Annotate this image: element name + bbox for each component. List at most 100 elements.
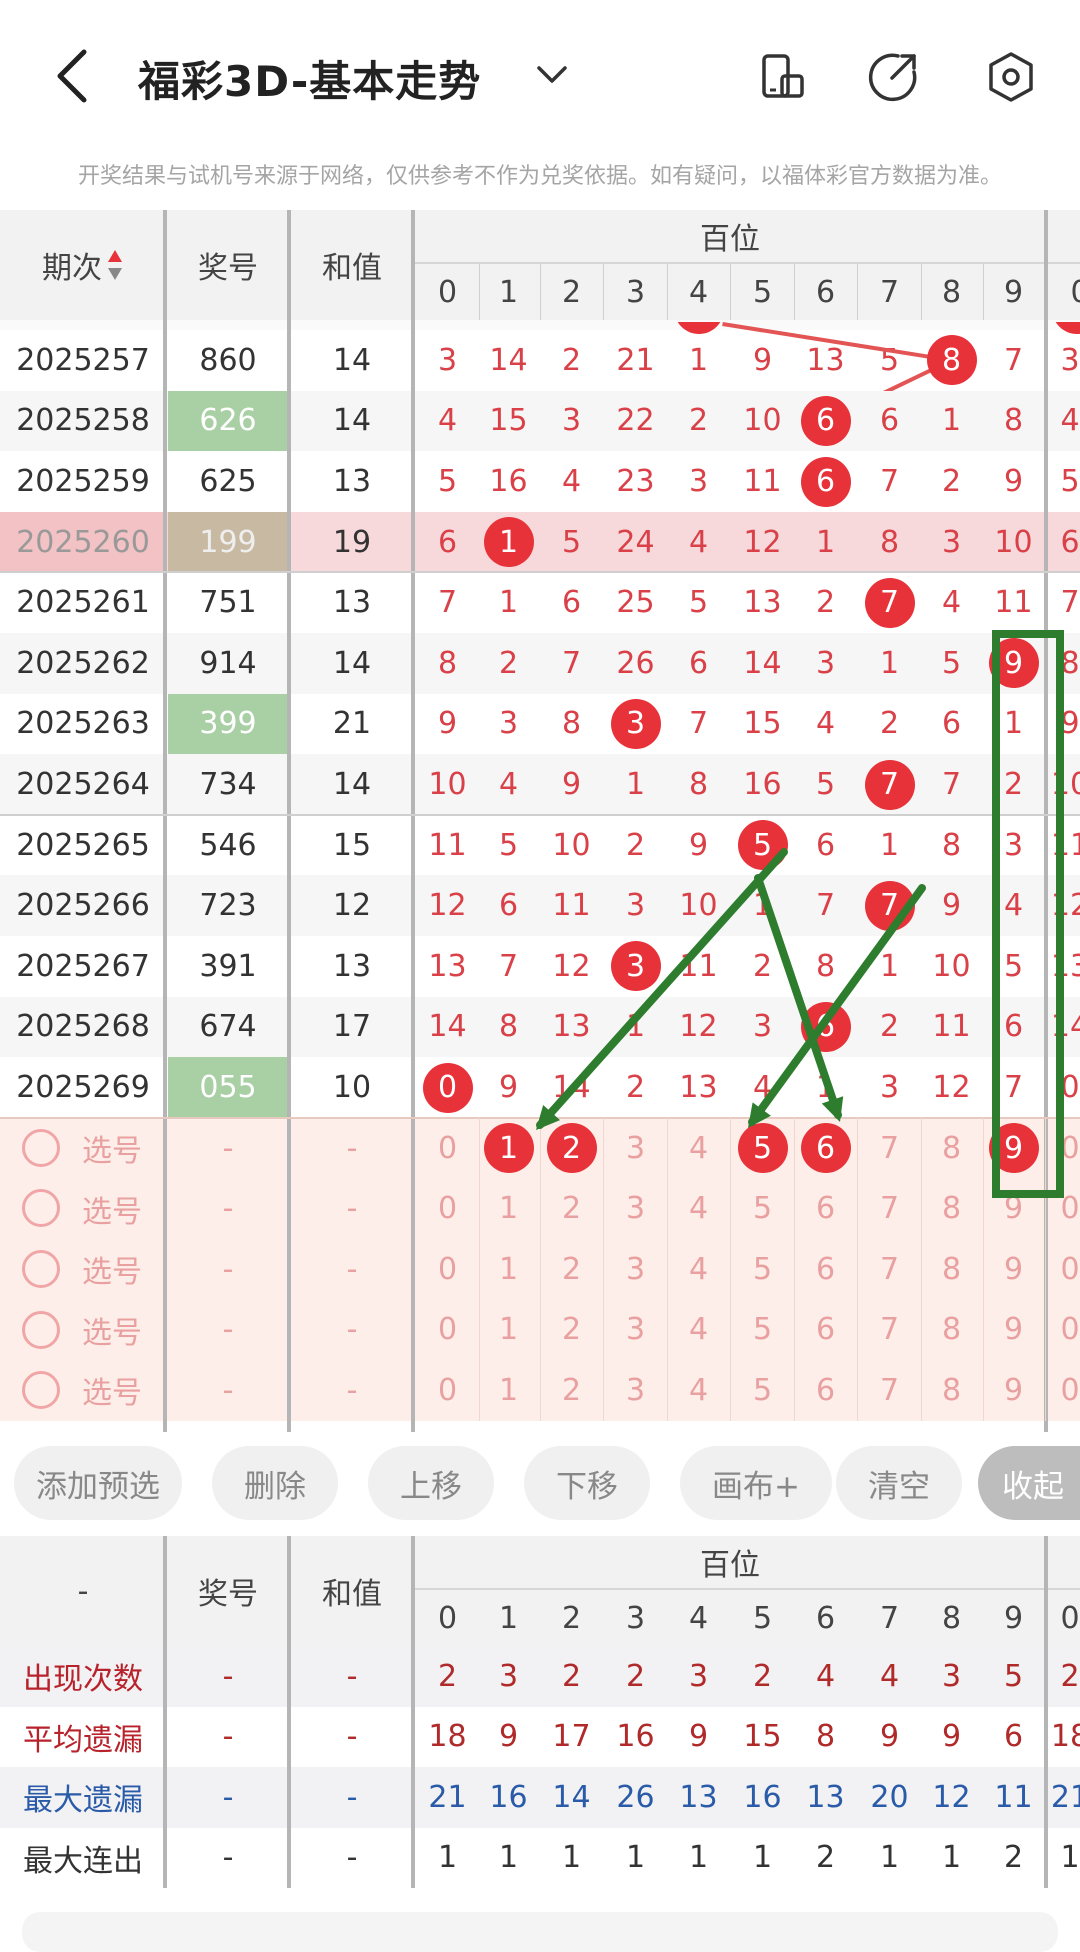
share-icon[interactable]	[868, 50, 920, 102]
stats-number-dash: -	[222, 1840, 234, 1876]
stats-digit-header-1: 1	[498, 1600, 519, 1636]
stats-value: 2	[561, 1658, 582, 1694]
stats-value: 2	[625, 1658, 646, 1694]
top-bar: 福彩3D-基本走势	[0, 0, 1080, 152]
stats-value: 5	[1003, 1658, 1024, 1694]
stats-group-hundreds: 百位	[700, 1548, 760, 1583]
stats-digit-header-3: 3	[625, 1600, 646, 1636]
stats-value: 16	[489, 1779, 528, 1815]
stats-value: 1	[688, 1840, 709, 1876]
action-button-2[interactable]: 上移	[368, 1446, 494, 1520]
stats-column-separator	[287, 1536, 291, 1888]
stats-value: 12	[932, 1779, 971, 1815]
stats-value: 2	[752, 1658, 773, 1694]
stats-value: 13	[806, 1779, 845, 1815]
stats-value: 9	[941, 1719, 962, 1755]
stats-value-next: 18	[1050, 1719, 1080, 1755]
stats-col-sum: 和值	[322, 1577, 382, 1612]
stats-value: 1	[941, 1840, 962, 1876]
stats-row-label: 最大遗漏	[23, 1783, 143, 1819]
stats-column-separator	[1044, 1536, 1048, 1888]
stats-value: 11	[994, 1779, 1033, 1815]
stats-sum-dash: -	[346, 1779, 358, 1815]
stats-column-separator	[411, 1536, 415, 1888]
stats-row-label: 平均遗漏	[23, 1722, 143, 1758]
annotation-box	[992, 630, 1064, 1198]
stats-value: 20	[870, 1779, 909, 1815]
action-button-3[interactable]: 下移	[524, 1446, 650, 1520]
stats-corner: -	[77, 1573, 89, 1609]
hand-drawn-annotations	[536, 630, 1064, 1198]
stats-value: 9	[498, 1719, 519, 1755]
stats-row-label: 出现次数	[23, 1662, 143, 1698]
action-button-6[interactable]: 收起	[978, 1446, 1080, 1520]
stats-digit-header-5: 5	[752, 1600, 773, 1636]
stats-value: 13	[679, 1779, 718, 1815]
stats-row-label: 最大连出	[23, 1843, 143, 1879]
stats-col-number: 奖号	[198, 1577, 258, 1612]
trend-grid: 期次奖号和值百位01234567890202525786014314221191…	[0, 210, 1080, 1432]
stats-value: 3	[688, 1658, 709, 1694]
stats-sum-dash: -	[346, 1719, 358, 1755]
annotation-arrow-head	[821, 1096, 844, 1122]
page-title[interactable]: 福彩3D-基本走势	[138, 48, 481, 109]
stats-value: 1	[752, 1840, 773, 1876]
stats-digit-header-9: 9	[1003, 1600, 1024, 1636]
stats-digit-header-2: 2	[561, 1600, 582, 1636]
annotation-arrow	[754, 874, 842, 1119]
stats-number-dash: -	[222, 1779, 234, 1815]
stats-number-dash: -	[222, 1658, 234, 1694]
stats-value-next: 1	[1060, 1840, 1080, 1876]
stats-value: 3	[941, 1658, 962, 1694]
stats-value: 16	[616, 1719, 655, 1755]
stats-value: 21	[428, 1779, 467, 1815]
stats-column-separator	[163, 1536, 167, 1888]
stats-value: 1	[437, 1840, 458, 1876]
action-button-5[interactable]: 清空	[836, 1446, 962, 1520]
rotate-screen-icon[interactable]	[758, 52, 808, 102]
stats-value: 26	[616, 1779, 655, 1815]
annotation-arrow	[748, 884, 926, 1126]
stats-value: 2	[437, 1658, 458, 1694]
stats-value: 6	[1003, 1719, 1024, 1755]
stats-digit-header-6: 6	[815, 1600, 836, 1636]
action-button-1[interactable]: 删除	[212, 1446, 338, 1520]
bottom-panel	[22, 1912, 1058, 1952]
stats-value: 9	[688, 1719, 709, 1755]
stats-value: 4	[879, 1658, 900, 1694]
stats-value: 18	[428, 1719, 467, 1755]
stats-table: - 奖号 和值 百位 0 1 2 3 4 5 6 7 8 9 0 出现次数 - -2 3 2 2 3 2 4 4 3 5 2 平均遗漏 -…	[0, 1536, 1080, 1952]
stats-value: 9	[879, 1719, 900, 1755]
stats-sum-dash: -	[346, 1658, 358, 1694]
stats-digit-header-8: 8	[941, 1600, 962, 1636]
stats-value-next: 2	[1060, 1658, 1080, 1694]
stats-digit-header-4: 4	[688, 1600, 709, 1636]
stats-value: 15	[743, 1719, 782, 1755]
stats-digit-header-7: 7	[879, 1600, 900, 1636]
annotation-arrow	[536, 848, 788, 1129]
stats-value: 17	[552, 1719, 591, 1755]
back-arrow-icon[interactable]	[52, 48, 92, 104]
settings-icon[interactable]	[986, 50, 1036, 104]
action-bar: 添加预选 删除 上移 下移 画布+ 清空 收起	[0, 1432, 1080, 1532]
stats-value-next: 21	[1050, 1779, 1080, 1815]
stats-number-dash: -	[222, 1719, 234, 1755]
stats-sum-dash: -	[346, 1840, 358, 1876]
stats-value: 1	[625, 1840, 646, 1876]
disclaimer-text: 开奖结果与试机号来源于网络，仅供参考不作为兑奖依据。如有疑问，以福体彩官方数据为…	[77, 164, 1002, 189]
stats-value: 8	[815, 1719, 836, 1755]
stats-digit-header-next: 0	[1060, 1600, 1080, 1636]
stats-digit-header-0: 0	[437, 1600, 458, 1636]
stats-value: 4	[815, 1658, 836, 1694]
stats-value: 1	[561, 1840, 582, 1876]
action-button-4[interactable]: 画布+	[680, 1446, 832, 1520]
stats-value: 2	[1003, 1840, 1024, 1876]
action-button-0[interactable]: 添加预选	[14, 1446, 182, 1520]
stats-value: 14	[552, 1779, 591, 1815]
stats-value: 1	[498, 1840, 519, 1876]
stats-value: 2	[815, 1840, 836, 1876]
chevron-down-icon[interactable]	[536, 64, 568, 86]
stats-value: 1	[879, 1840, 900, 1876]
stats-value: 16	[743, 1779, 782, 1815]
stats-value: 3	[498, 1658, 519, 1694]
